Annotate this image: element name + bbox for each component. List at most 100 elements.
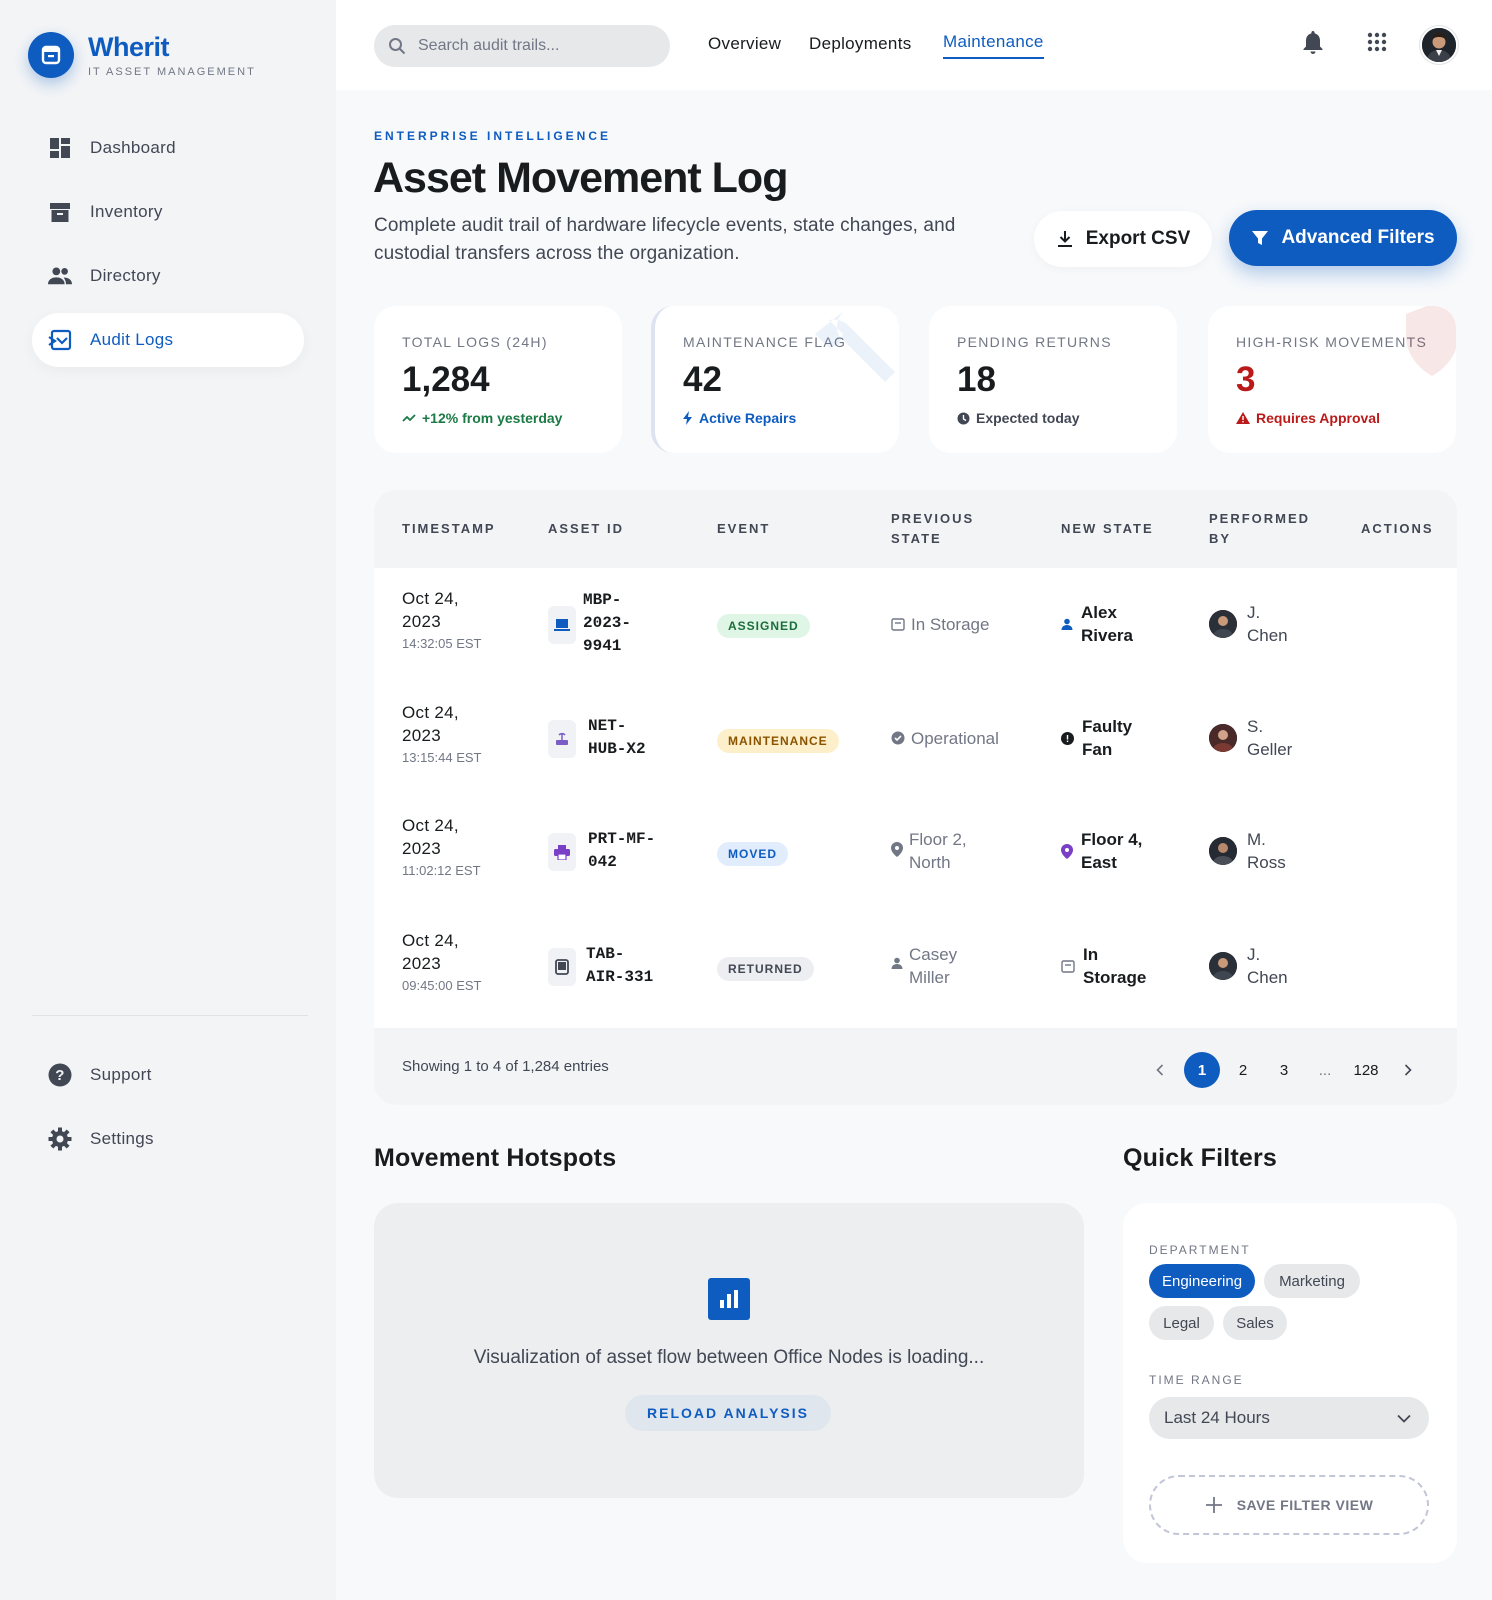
apps-grid-icon[interactable] — [1364, 29, 1390, 55]
table-header: TIMESTAMP ASSET ID EVENT PREVIOUS STATE N… — [374, 490, 1457, 568]
bar-chart-icon — [708, 1278, 750, 1320]
sidebar-item-label: Settings — [90, 1129, 154, 1148]
brand-logo-icon — [28, 32, 74, 78]
advanced-filters-label: Advanced Filters — [1281, 227, 1435, 248]
sidebar-item-label: Inventory — [90, 202, 163, 221]
table-row[interactable]: Oct 24, 2023 13:15:44 EST NET- HUB-X2 MAIN… — [374, 683, 1457, 798]
check-circle-icon — [891, 731, 905, 745]
new-state-line: Rivera — [1081, 626, 1133, 645]
page-ellipsis: ... — [1318, 1061, 1332, 1079]
chip-engineering[interactable]: Engineering — [1149, 1264, 1255, 1298]
col-timestamp[interactable]: TIMESTAMP — [402, 519, 496, 539]
search-input[interactable] — [418, 37, 648, 55]
table-row[interactable]: Oct 24, 2023 09:45:00 EST TAB- AIR-331 RET… — [374, 913, 1457, 1028]
date-line: Oct 24, — [402, 931, 459, 950]
top-bar: Overview Deployments Maintenance — [336, 0, 1492, 90]
chip-marketing[interactable]: Marketing — [1264, 1264, 1360, 1298]
table-row[interactable]: Oct 24, 2023 14:32:05 EST MBP- 2023- 9941 A… — [374, 568, 1457, 683]
page-button-3[interactable]: 3 — [1266, 1052, 1302, 1088]
event-badge: RETURNED — [717, 957, 814, 981]
warning-icon — [1236, 412, 1250, 424]
storage-icon — [891, 617, 905, 631]
search-bar[interactable] — [374, 25, 670, 67]
bell-icon[interactable] — [1300, 29, 1326, 55]
asset-id-line: HUB-X2 — [588, 740, 646, 758]
nav-maintenance[interactable]: Maintenance — [943, 32, 1044, 59]
asset-id[interactable]: MBP- 2023- 9941 — [583, 589, 631, 658]
asset-id-line: PRT-MF- — [588, 830, 656, 848]
help-icon: ? — [48, 1063, 72, 1087]
table-row[interactable]: Oct 24, 2023 11:02:12 EST PRT-MF- 042 MOVE… — [374, 798, 1457, 913]
new-state-line: Faulty — [1082, 717, 1133, 736]
page-button-last[interactable]: 128 — [1348, 1052, 1384, 1088]
tablet-icon — [548, 948, 576, 986]
new-state-line: Alex — [1081, 603, 1117, 622]
kpi-label: TOTAL LOGS (24H) — [402, 334, 548, 350]
col-performed-by[interactable]: PERFORMED BY — [1209, 509, 1310, 549]
people-icon — [48, 264, 72, 288]
col-previous-state-line: STATE — [891, 531, 942, 546]
nav-deployments[interactable]: Deployments — [809, 34, 912, 54]
sidebar-item-dashboard[interactable]: Dashboard — [32, 121, 304, 175]
col-previous-state[interactable]: PREVIOUS STATE — [891, 509, 974, 549]
page-button-2[interactable]: 2 — [1225, 1052, 1261, 1088]
loading-message: Visualization of asset flow between Offi… — [473, 1347, 985, 1368]
table-footer: Showing 1 to 4 of 1,284 entries 1 2 3 ..… — [374, 1028, 1457, 1105]
sidebar-item-settings[interactable]: Settings — [32, 1112, 304, 1166]
timestamp-cell: Oct 24, 2023 14:32:05 EST — [402, 587, 482, 651]
user-avatar[interactable] — [1420, 26, 1458, 64]
page-button-1[interactable]: 1 — [1184, 1052, 1220, 1088]
export-csv-button[interactable]: Export CSV — [1034, 211, 1212, 267]
col-asset-id[interactable]: ASSET ID — [548, 519, 624, 539]
performed-by[interactable]: J. Chen — [1209, 943, 1288, 989]
performed-by[interactable]: J. Chen — [1209, 601, 1288, 647]
performed-by[interactable]: M. Ross — [1209, 828, 1286, 874]
asset-id[interactable]: PRT-MF- 042 — [588, 828, 655, 874]
chip-legal[interactable]: Legal — [1149, 1306, 1214, 1340]
col-actions: ACTIONS — [1361, 521, 1434, 536]
asset-id[interactable]: NET- HUB-X2 — [588, 715, 646, 761]
nav-overview[interactable]: Overview — [708, 34, 781, 54]
chevron-left-icon[interactable] — [1142, 1052, 1178, 1088]
sidebar-item-support[interactable]: ? Support — [32, 1048, 304, 1102]
chip-sales[interactable]: Sales — [1223, 1306, 1287, 1340]
chevron-right-icon[interactable] — [1390, 1052, 1426, 1088]
save-filter-view-button[interactable]: SAVE FILTER VIEW — [1149, 1475, 1429, 1535]
plus-icon — [1205, 1496, 1223, 1514]
svg-text:?: ? — [55, 1067, 64, 1084]
time-range-select[interactable]: Last 24 Hours — [1149, 1397, 1429, 1439]
time-text: 13:15:44 EST — [402, 750, 482, 765]
performer-line: S. — [1247, 717, 1264, 736]
previous-state-line: Operational — [911, 729, 999, 748]
avatar — [1209, 724, 1237, 752]
sidebar-item-directory[interactable]: Directory — [32, 249, 304, 303]
event-badge: ASSIGNED — [717, 614, 810, 638]
kpi-sub-text: Expected today — [976, 410, 1080, 426]
sidebar-item-inventory[interactable]: Inventory — [32, 185, 304, 239]
asset-id[interactable]: TAB- AIR-331 — [586, 943, 653, 989]
page-description: Complete audit trail of hardware lifecyc… — [374, 215, 956, 264]
col-event[interactable]: EVENT — [717, 519, 770, 539]
export-csv-label: Export CSV — [1085, 228, 1191, 249]
time-range-value: Last 24 Hours — [1164, 1408, 1270, 1427]
time-range-label: TIME RANGE — [1149, 1373, 1244, 1387]
new-state: Alex Rivera — [1061, 601, 1133, 647]
previous-state: Operational — [891, 727, 999, 750]
download-icon — [1056, 230, 1074, 248]
previous-state-line: In Storage — [911, 615, 990, 634]
person-icon — [891, 957, 903, 969]
advanced-filters-button[interactable]: Advanced Filters — [1229, 210, 1457, 266]
performed-by[interactable]: S. Geller — [1209, 715, 1292, 761]
kpi-card-high-risk: HIGH-RISK MOVEMENTS 3 Requires Approval — [1208, 306, 1456, 453]
col-previous-state-line: PREVIOUS — [891, 511, 975, 526]
error-icon — [1061, 731, 1074, 745]
date-line: Oct 24, — [402, 703, 459, 722]
sidebar-item-audit-logs[interactable]: Audit Logs — [32, 313, 304, 367]
event-badge: MAINTENANCE — [717, 729, 839, 753]
filter-icon — [1251, 229, 1269, 247]
brand[interactable]: Wherit IT ASSET MANAGEMENT — [28, 32, 256, 78]
col-new-state[interactable]: NEW STATE — [1061, 519, 1154, 539]
time-text: 09:45:00 EST — [402, 978, 482, 993]
reload-analysis-button[interactable]: RELOAD ANALYSIS — [625, 1395, 831, 1431]
audit-table: TIMESTAMP ASSET ID EVENT PREVIOUS STATE N… — [374, 490, 1457, 1105]
